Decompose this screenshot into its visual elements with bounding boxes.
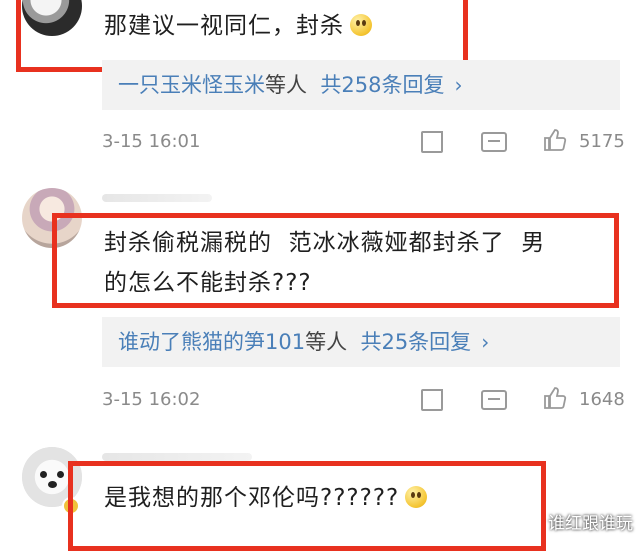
thumbs-up-icon[interactable]	[543, 386, 567, 409]
reply-users[interactable]: 谁动了熊猫的笋101	[118, 330, 305, 354]
chevron-right-icon[interactable]: ›	[481, 330, 489, 354]
surprised-emoji-icon	[405, 486, 428, 508]
username-blurred[interactable]	[102, 453, 252, 461]
thinking-emoji-icon	[350, 14, 372, 36]
reply-count[interactable]: 共25条回复	[360, 330, 471, 354]
comment-time: 3-15 16:01	[102, 131, 201, 152]
comment-icon[interactable]	[481, 390, 507, 410]
reply-suffix: 等人	[305, 330, 348, 354]
comment-text: 是我想的那个邓伦吗??????	[104, 480, 428, 516]
comment-time: 3-15 16:02	[102, 389, 201, 410]
reply-summary[interactable]: 一只玉米怪玉米等人 共258条回复 ›	[102, 60, 620, 110]
comment-text: 那建议一视同仁，封杀	[104, 8, 372, 44]
like-count: 1648	[579, 389, 625, 410]
reply-users[interactable]: 一只玉米怪玉米	[118, 73, 265, 97]
comment-text-line2: 的怎么不能封杀???	[104, 270, 312, 296]
reply-summary[interactable]: 谁动了熊猫的笋101等人 共25条回复 ›	[102, 317, 620, 367]
like-count: 5175	[579, 131, 625, 152]
share-icon[interactable]	[421, 389, 443, 411]
reply-count[interactable]: 共258条回复	[320, 73, 444, 97]
comment-icon[interactable]	[481, 132, 507, 152]
watermark: 谁红跟谁玩	[548, 514, 633, 534]
chevron-right-icon[interactable]: ›	[454, 73, 462, 97]
thumbs-up-icon[interactable]	[543, 128, 567, 151]
share-icon[interactable]	[421, 131, 443, 153]
comment-text-line1: 封杀偷税漏税的 范冰冰薇娅都封杀了 男	[104, 230, 546, 256]
reply-suffix: 等人	[265, 73, 307, 97]
username-blurred[interactable]	[102, 194, 212, 202]
